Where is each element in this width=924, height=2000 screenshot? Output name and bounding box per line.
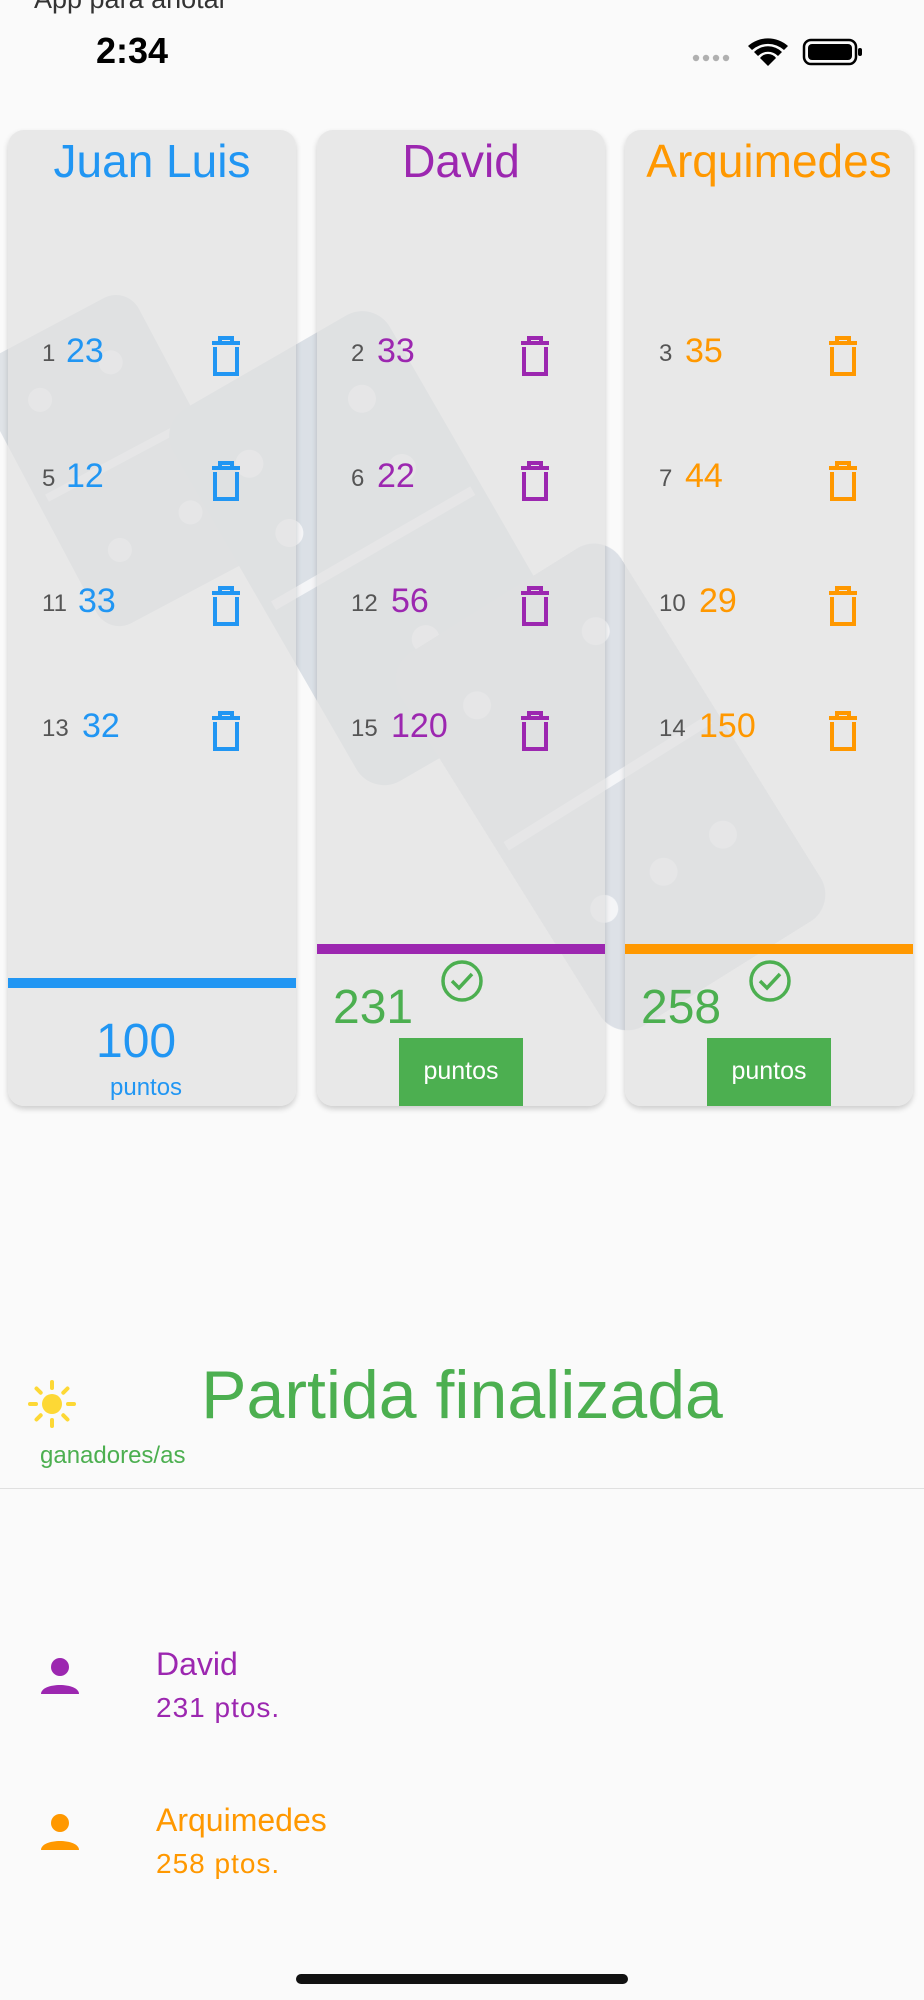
entry-value: 35 — [685, 332, 723, 370]
entry-index: 14 — [659, 715, 686, 742]
player-total: 258 — [641, 981, 722, 1034]
player-column-david: David 2 33 6 22 12 56 15 120 231 puntos — [317, 130, 605, 1106]
entry-index: 6 — [351, 465, 365, 492]
winner-name: David — [156, 1646, 238, 1682]
entry-index: 7 — [659, 465, 673, 492]
game-finished-title: Partida finalizada — [201, 1357, 723, 1433]
winners-label: ganadores/as — [40, 1442, 186, 1469]
person-icon — [41, 1658, 79, 1694]
entry-value: 22 — [377, 457, 415, 495]
entry-value: 44 — [685, 457, 723, 495]
app-title: App para anotar — [34, 0, 228, 15]
status-time: 2:34 — [96, 30, 169, 71]
player-column-arquimedes: Arquimedes 3 35 7 44 10 29 14 150 258 pu… — [625, 130, 913, 1106]
column-bar — [317, 944, 605, 954]
player-total: 100 — [96, 1015, 177, 1068]
delete-trash-icon[interactable] — [517, 459, 553, 503]
score-entry: 10 29 — [625, 582, 913, 648]
delete-trash-icon[interactable] — [208, 584, 244, 628]
delete-trash-icon[interactable] — [825, 334, 861, 378]
winner-points: 258 ptos. — [156, 1848, 281, 1879]
score-entry: 1 23 — [8, 332, 296, 398]
player-column-juan-luis: Juan Luis 1 23 5 12 11 33 13 32 100 punt… — [8, 130, 296, 1106]
score-entry: 14 150 — [625, 707, 913, 773]
score-entry: 5 12 — [8, 457, 296, 523]
winner-name: Arquimedes — [156, 1802, 327, 1838]
entry-value: 33 — [377, 332, 415, 370]
delete-trash-icon[interactable] — [517, 334, 553, 378]
player-total: 231 — [333, 981, 414, 1034]
delete-trash-icon[interactable] — [825, 459, 861, 503]
score-entry: 3 35 — [625, 332, 913, 398]
score-entry: 2 33 — [317, 332, 605, 398]
wifi-icon — [748, 38, 788, 66]
entry-index: 12 — [351, 590, 378, 617]
column-bar — [625, 944, 913, 954]
score-entry: 7 44 — [625, 457, 913, 523]
delete-trash-icon[interactable] — [208, 459, 244, 503]
player-name[interactable]: David — [317, 134, 605, 188]
battery-icon — [802, 38, 862, 66]
entry-index: 2 — [351, 340, 365, 367]
delete-trash-icon[interactable] — [825, 584, 861, 628]
entry-index: 13 — [42, 715, 69, 742]
person-icon — [41, 1814, 79, 1850]
entry-index: 15 — [351, 715, 378, 742]
score-entry: 11 33 — [8, 582, 296, 648]
entry-index: 3 — [659, 340, 673, 367]
player-name[interactable]: Juan Luis — [8, 134, 296, 188]
entry-index: 10 — [659, 590, 686, 617]
winner-list-item[interactable]: Arquimedes 258 ptos. — [0, 1802, 924, 1912]
winner-points: 231 ptos. — [156, 1692, 281, 1723]
home-indicator[interactable] — [296, 1974, 628, 1984]
entry-value: 150 — [699, 707, 756, 745]
delete-trash-icon[interactable] — [208, 334, 244, 378]
entry-value: 56 — [391, 582, 429, 620]
puntos-button[interactable]: puntos — [707, 1038, 831, 1106]
check-circle-icon — [749, 960, 791, 1002]
cellular-signal-icon — [692, 54, 730, 62]
score-entry: 15 120 — [317, 707, 605, 773]
column-bar — [8, 978, 296, 988]
entry-value: 120 — [391, 707, 448, 745]
entry-value: 33 — [78, 582, 116, 620]
winner-list-item[interactable]: David 231 ptos. — [0, 1646, 924, 1756]
entry-index: 1 — [42, 340, 56, 367]
delete-trash-icon[interactable] — [517, 709, 553, 753]
entry-value: 32 — [82, 707, 120, 745]
delete-trash-icon[interactable] — [208, 709, 244, 753]
score-entry: 12 56 — [317, 582, 605, 648]
delete-trash-icon[interactable] — [517, 584, 553, 628]
check-circle-icon — [441, 960, 483, 1002]
puntos-label: puntos — [110, 1074, 183, 1101]
entry-value: 29 — [699, 582, 737, 620]
player-name[interactable]: Arquimedes — [625, 134, 913, 188]
entry-value: 12 — [66, 457, 104, 495]
score-entry: 6 22 — [317, 457, 605, 523]
entry-index: 5 — [42, 465, 56, 492]
delete-trash-icon[interactable] — [825, 709, 861, 753]
entry-index: 11 — [42, 590, 67, 617]
status-icons — [692, 38, 862, 66]
divider — [0, 1488, 924, 1489]
puntos-button[interactable]: puntos — [399, 1038, 523, 1106]
score-entry: 13 32 — [8, 707, 296, 773]
entry-value: 23 — [66, 332, 104, 370]
